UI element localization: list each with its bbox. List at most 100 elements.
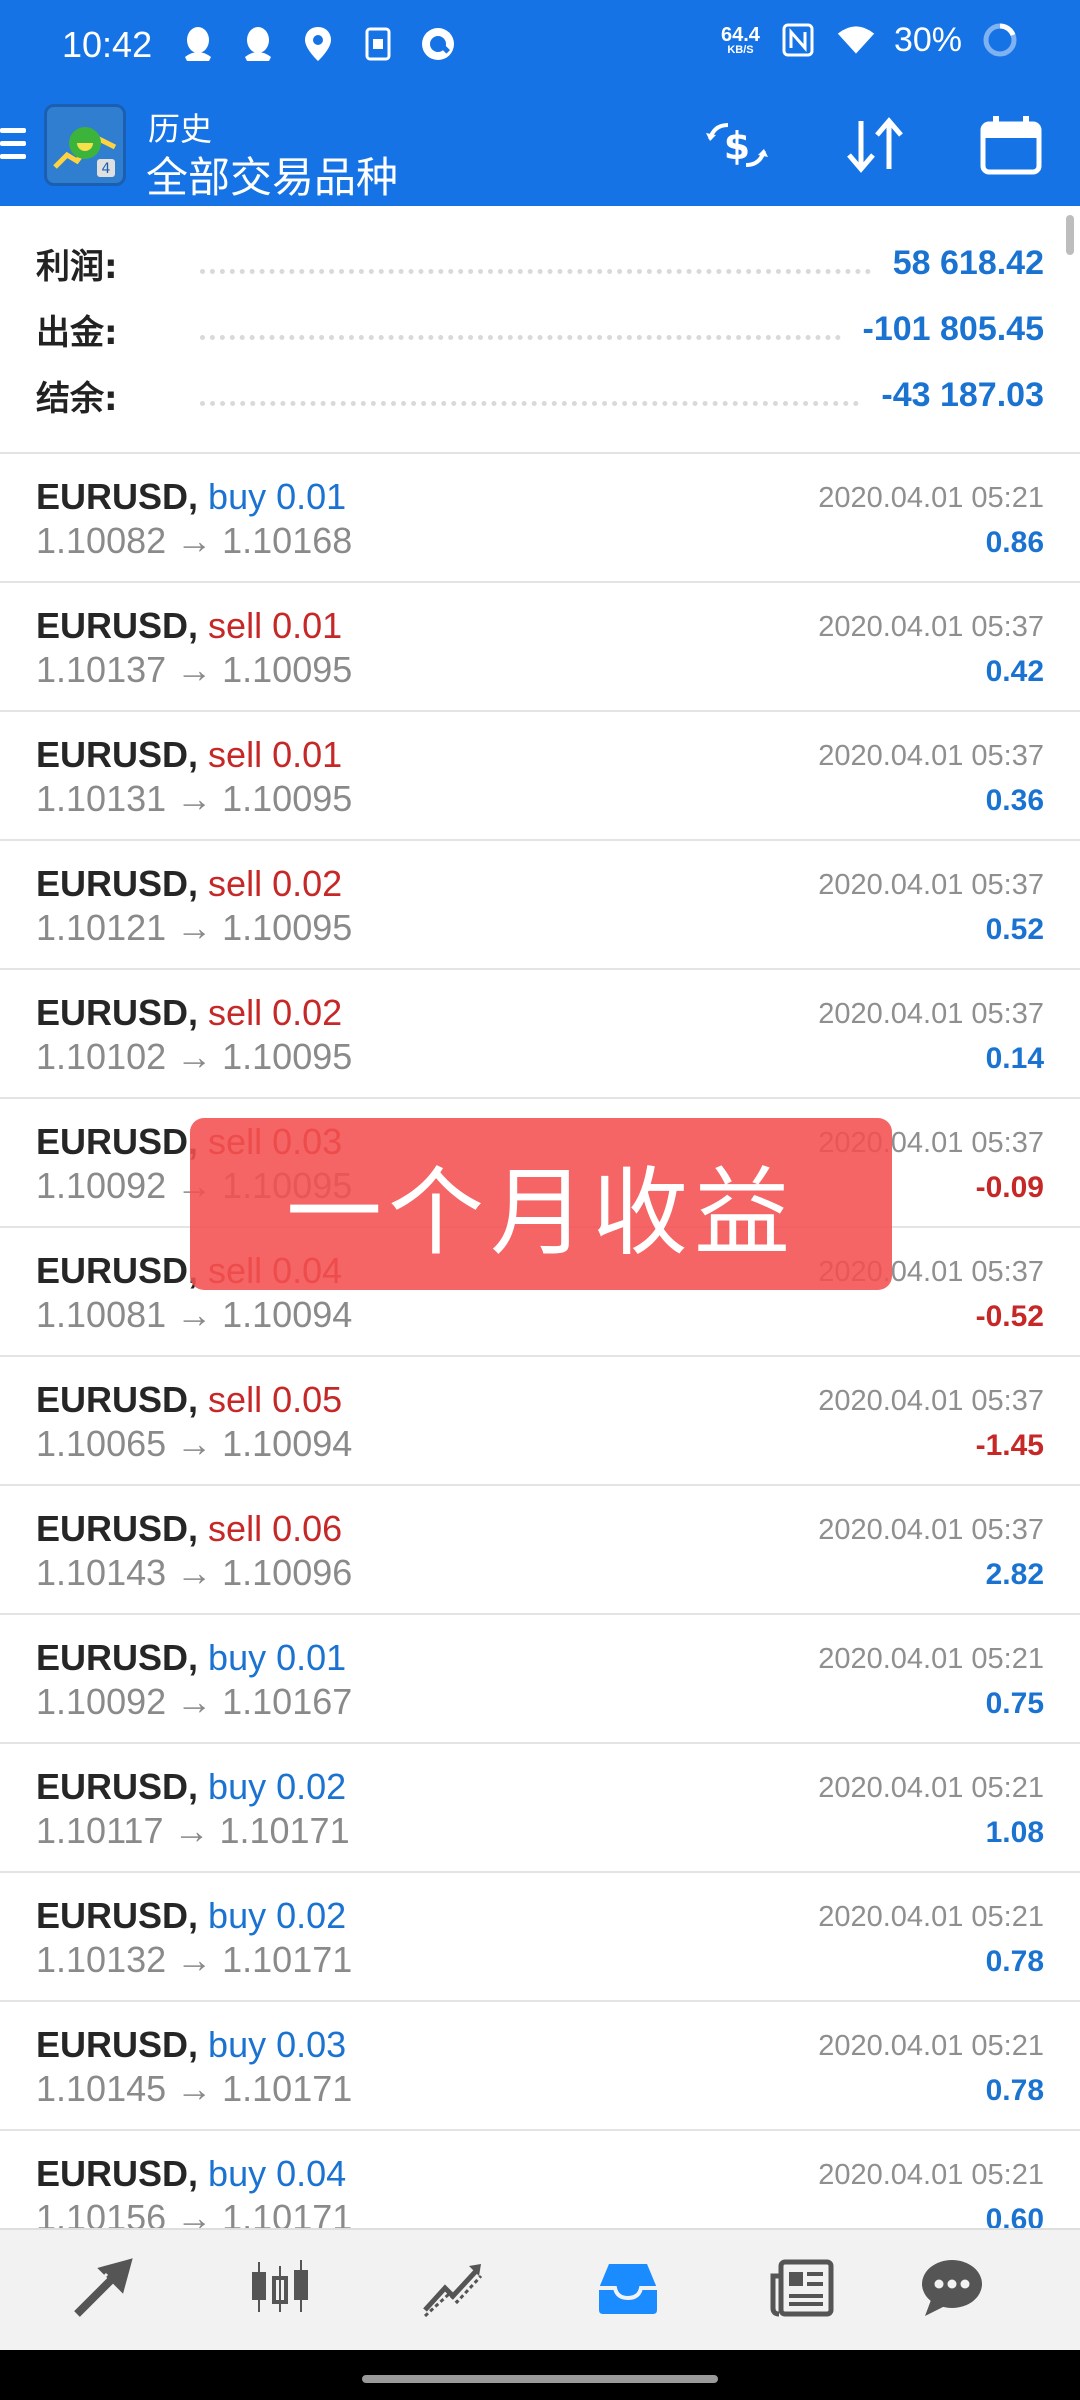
trade-side-lot: sell 0.01 bbox=[208, 605, 343, 646]
summary-row-profit: 利润: 58 618.42 bbox=[36, 230, 1044, 296]
trade-side-lot: buy 0.04 bbox=[208, 2153, 347, 2194]
calendar-icon bbox=[979, 114, 1043, 180]
trade-row[interactable]: EURUSD, buy 0.01 1.10092 → 1.10167 2020.04… bbox=[0, 1615, 1080, 1744]
trade-profit: 0.78 bbox=[985, 1945, 1044, 1978]
trade-profit: -0.52 bbox=[975, 1300, 1044, 1333]
bottom-navigation bbox=[0, 2228, 1080, 2350]
trade-time: 2020.04.01 05:37 bbox=[818, 869, 1044, 901]
summary-label: 出金: bbox=[36, 312, 118, 353]
sort-button[interactable] bbox=[838, 110, 912, 184]
trade-row[interactable]: EURUSD, sell 0.05 1.10065 → 1.10094 2020.0… bbox=[0, 1357, 1080, 1486]
page-title[interactable]: 全部交易品种 bbox=[146, 144, 398, 205]
trade-time: 2020.04.01 05:37 bbox=[818, 1385, 1044, 1417]
trade-prices: 1.10137 → 1.10095 bbox=[36, 649, 353, 690]
trade-symbol: EURUSD, sell 0.01 bbox=[36, 605, 342, 647]
trade-time: 2020.04.01 05:37 bbox=[818, 740, 1044, 772]
trade-row[interactable]: EURUSD, sell 0.01 1.10131 → 1.10095 2020.0… bbox=[0, 712, 1080, 841]
nav-history[interactable] bbox=[588, 2250, 668, 2330]
trade-prices: 1.10081 → 1.10094 bbox=[36, 1294, 353, 1335]
trade-time: 2020.04.01 05:21 bbox=[818, 482, 1044, 514]
symbol-label: EURUSD, bbox=[36, 734, 199, 775]
trade-profit: 0.86 bbox=[985, 526, 1044, 559]
trade-prices: 1.10082 → 1.10168 bbox=[36, 520, 353, 561]
symbol-label: EURUSD, bbox=[36, 863, 199, 904]
trade-time: 2020.04.01 05:37 bbox=[818, 1514, 1044, 1546]
network-speed: 64.4 KB/S bbox=[721, 23, 760, 56]
symbol-label: EURUSD, bbox=[36, 2153, 199, 2194]
trade-symbol: EURUSD, buy 0.03 bbox=[36, 2024, 346, 2066]
battery-ring-icon bbox=[980, 20, 1020, 60]
trade-profit: 0.52 bbox=[985, 913, 1044, 946]
symbol-label: EURUSD, bbox=[36, 605, 199, 646]
news-icon bbox=[767, 2256, 837, 2324]
symbol-label: EURUSD, bbox=[36, 1508, 199, 1549]
trade-profit: -1.45 bbox=[975, 1429, 1044, 1462]
summary-value: -43 187.03 bbox=[881, 375, 1044, 414]
symbol-label: EURUSD, bbox=[36, 1250, 199, 1291]
trade-profit: 0.75 bbox=[985, 1687, 1044, 1720]
trade-symbol: EURUSD, buy 0.01 bbox=[36, 1637, 346, 1679]
trade-row[interactable]: EURUSD, buy 0.01 1.10082 → 1.10168 2020.04… bbox=[0, 454, 1080, 583]
trade-row[interactable]: EURUSD, sell 0.02 1.10102 → 1.10095 2020.0… bbox=[0, 970, 1080, 1099]
summary-row-withdrawal: 出金: -101 805.45 bbox=[36, 296, 1044, 362]
trade-row[interactable]: EURUSD, sell 0.01 1.10137 → 1.10095 2020.0… bbox=[0, 583, 1080, 712]
calendar-button[interactable] bbox=[974, 110, 1048, 184]
dotted-leader bbox=[200, 400, 860, 406]
trade-symbol: EURUSD, buy 0.02 bbox=[36, 1895, 346, 1937]
trade-side-lot: sell 0.02 bbox=[208, 863, 343, 904]
symbol-label: EURUSD, bbox=[36, 1766, 199, 1807]
quotes-icon bbox=[244, 2256, 316, 2324]
history-summary: 利润: 58 618.42 出金: -101 805.45 结余: -43 18… bbox=[0, 206, 1080, 454]
trade-icon bbox=[71, 2256, 141, 2324]
nav-chart[interactable] bbox=[414, 2250, 494, 2330]
trade-row[interactable]: EURUSD, buy 0.02 1.10132 → 1.10171 2020.04… bbox=[0, 1873, 1080, 2002]
notification-icons bbox=[178, 24, 458, 64]
symbol-label: EURUSD, bbox=[36, 2024, 199, 2065]
trade-side-lot: buy 0.02 bbox=[208, 1895, 347, 1936]
trade-prices: 1.10102 → 1.10095 bbox=[36, 1036, 353, 1077]
trade-prices: 1.10131 → 1.10095 bbox=[36, 778, 353, 819]
trade-symbol: EURUSD, buy 0.04 bbox=[36, 2153, 346, 2195]
trade-symbol: EURUSD, buy 0.01 bbox=[36, 476, 346, 518]
trade-symbol: EURUSD, sell 0.06 bbox=[36, 1508, 342, 1550]
symbol-label: EURUSD, bbox=[36, 1121, 199, 1162]
trade-time: 2020.04.01 05:21 bbox=[818, 1772, 1044, 1804]
nav-news[interactable] bbox=[762, 2250, 842, 2330]
dotted-leader bbox=[200, 334, 841, 340]
svg-text:4: 4 bbox=[102, 161, 111, 177]
nav-trade[interactable] bbox=[66, 2250, 146, 2330]
summary-value: -101 805.45 bbox=[862, 309, 1045, 348]
summary-value: 58 618.42 bbox=[892, 243, 1044, 282]
chat-icon bbox=[917, 2256, 987, 2324]
home-indicator[interactable] bbox=[362, 2375, 718, 2383]
trade-profit: 0.42 bbox=[985, 655, 1044, 688]
svg-text:$: $ bbox=[724, 124, 750, 168]
symbol-label: EURUSD, bbox=[36, 476, 199, 517]
trade-prices: 1.10092 → 1.10167 bbox=[36, 1681, 353, 1722]
overlay-banner: 一个月收益 bbox=[190, 1118, 892, 1290]
trade-row[interactable]: EURUSD, sell 0.06 1.10143 → 1.10096 2020.0… bbox=[0, 1486, 1080, 1615]
trade-side-lot: sell 0.05 bbox=[208, 1379, 343, 1420]
trade-row[interactable]: EURUSD, buy 0.02 1.10117 → 1.10171 2020.04… bbox=[0, 1744, 1080, 1873]
trade-side-lot: buy 0.02 bbox=[208, 1766, 347, 1807]
app-logo: 4 bbox=[44, 104, 126, 186]
trade-prices: 1.10145 → 1.10171 bbox=[36, 2068, 353, 2109]
sim-icon bbox=[358, 24, 398, 64]
battery-percent: 30% bbox=[893, 20, 962, 59]
qq-icon bbox=[178, 24, 218, 64]
scrollbar[interactable] bbox=[1066, 215, 1074, 255]
currency-exchange-button[interactable]: $ bbox=[700, 110, 774, 184]
summary-label: 利润: bbox=[36, 246, 118, 287]
trade-row[interactable]: EURUSD, sell 0.02 1.10121 → 1.10095 2020.0… bbox=[0, 841, 1080, 970]
menu-icon[interactable] bbox=[0, 124, 28, 164]
nav-chat[interactable] bbox=[912, 2250, 992, 2330]
symbol-label: EURUSD, bbox=[36, 1637, 199, 1678]
nav-quotes[interactable] bbox=[240, 2250, 320, 2330]
trade-time: 2020.04.01 05:21 bbox=[818, 2030, 1044, 2062]
trade-row[interactable]: EURUSD, buy 0.03 1.10145 → 1.10171 2020.04… bbox=[0, 2002, 1080, 2131]
trade-side-lot: buy 0.01 bbox=[208, 476, 347, 517]
trade-time: 2020.04.01 05:21 bbox=[818, 2159, 1044, 2191]
trade-symbol: EURUSD, sell 0.01 bbox=[36, 734, 342, 776]
trade-symbol: EURUSD, sell 0.02 bbox=[36, 992, 342, 1034]
wifi-icon bbox=[836, 20, 876, 60]
